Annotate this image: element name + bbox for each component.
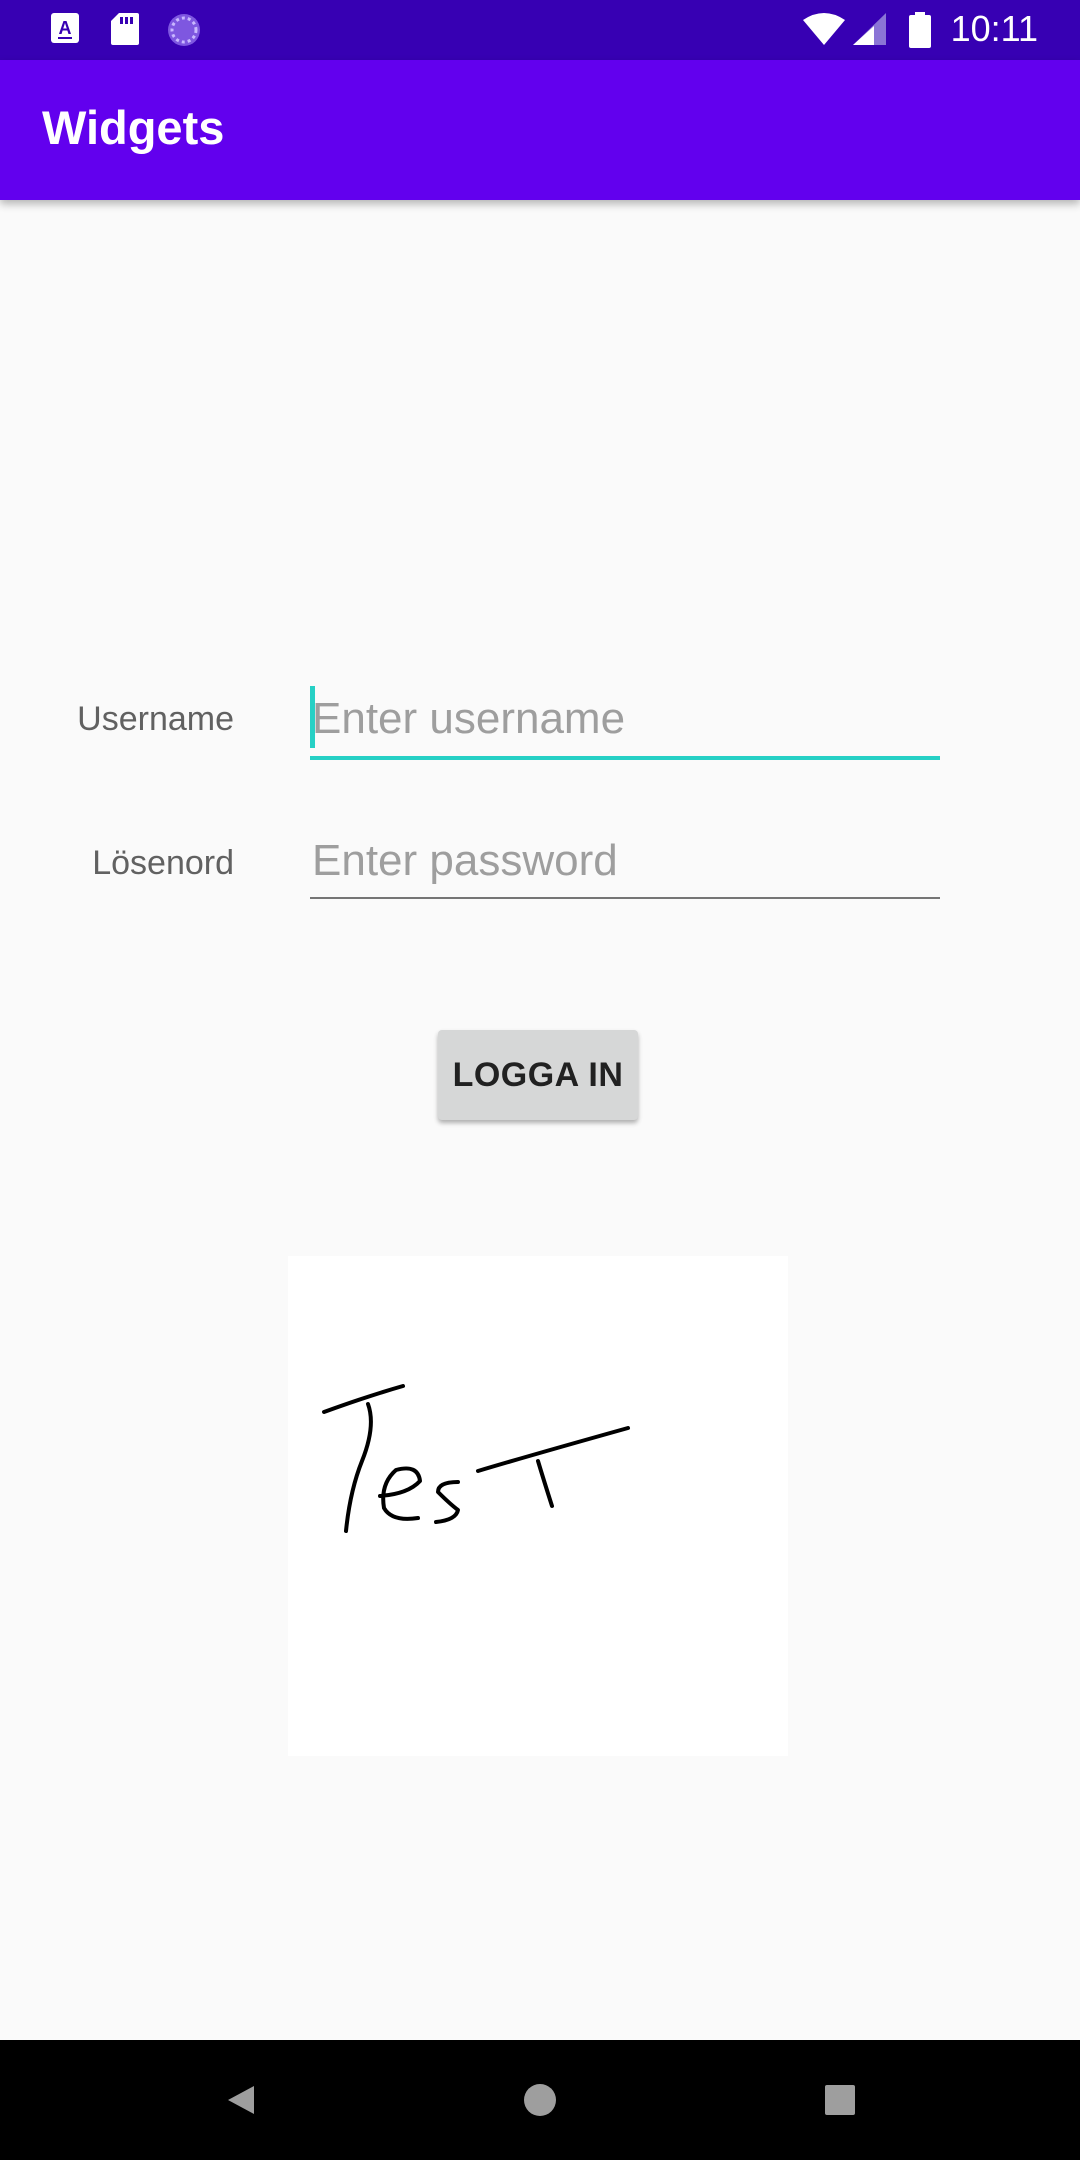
wifi-icon	[802, 12, 846, 50]
battery-icon	[908, 12, 932, 52]
sd-card-icon	[110, 12, 140, 50]
sync-icon	[166, 12, 202, 52]
signature-pad[interactable]	[288, 1256, 788, 1756]
signature-drawing	[322, 1384, 630, 1533]
app-title: Widgets	[42, 101, 225, 154]
app-bar: Widgets	[0, 60, 1080, 200]
cellular-signal-icon	[852, 12, 888, 50]
text-cursor	[310, 686, 315, 748]
navigation-bar	[0, 2040, 1080, 2160]
back-icon[interactable]	[210, 2070, 270, 2130]
svg-text:A: A	[59, 18, 72, 38]
clock: 10:11	[950, 8, 1038, 49]
password-underline	[310, 897, 940, 899]
username-label: Username	[77, 700, 234, 738]
login-button[interactable]: LOGGA IN	[438, 1030, 638, 1120]
app-screen: A 10:11 Widgets Username Enter username …	[0, 0, 1080, 2160]
font-notification-icon: A	[50, 12, 80, 48]
username-input[interactable]	[310, 684, 940, 754]
home-icon[interactable]	[510, 2070, 570, 2130]
password-input[interactable]	[310, 826, 940, 896]
username-underline	[310, 756, 940, 760]
status-bar: A 10:11	[0, 0, 1080, 60]
recents-icon[interactable]	[810, 2070, 870, 2130]
password-label: Lösenord	[92, 844, 234, 882]
